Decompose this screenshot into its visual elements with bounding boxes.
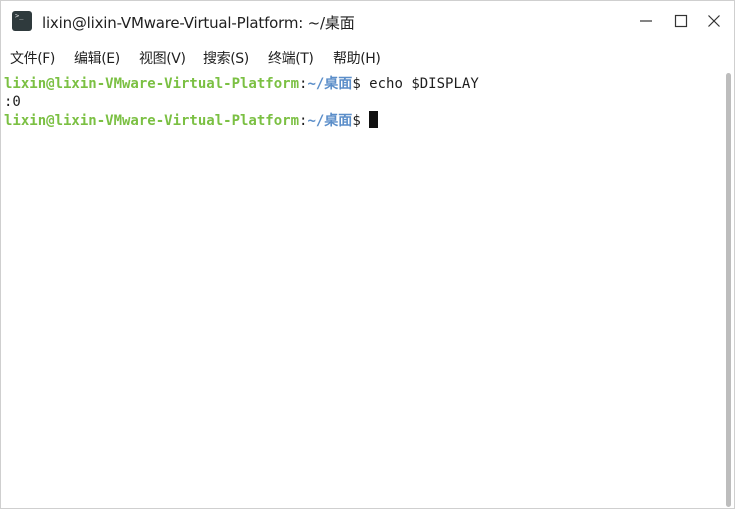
prompt-symbol: $ xyxy=(352,113,370,129)
command-text: echo $DISPLAY xyxy=(369,76,479,92)
prompt-user: lixin@lixin-VMware-Virtual-Platform xyxy=(4,113,300,129)
prompt-symbol: $ xyxy=(352,76,370,92)
prompt-path: ~/桌面 xyxy=(307,113,353,129)
minimize-button[interactable] xyxy=(631,7,661,35)
minimize-icon xyxy=(640,20,652,22)
terminal-line: lixin@lixin-VMware-Virtual-Platform:~/桌面… xyxy=(4,75,479,93)
window-title: lixin@lixin-VMware-Virtual-Platform: ~/桌… xyxy=(42,14,355,32)
terminal-window: >_ lixin@lixin-VMware-Virtual-Platform: … xyxy=(0,0,735,509)
menu-search[interactable]: 搜索(S) xyxy=(203,48,249,68)
menu-terminal[interactable]: 终端(T) xyxy=(268,48,314,68)
prompt-path: ~/桌面 xyxy=(307,76,353,92)
scrollbar[interactable] xyxy=(723,73,734,508)
terminal-icon: >_ xyxy=(12,11,32,31)
maximize-icon xyxy=(674,14,688,28)
menu-file[interactable]: 文件(F) xyxy=(10,48,55,68)
text-cursor xyxy=(369,111,379,128)
maximize-button[interactable] xyxy=(666,7,696,35)
close-button[interactable] xyxy=(699,7,729,35)
prompt-user: lixin@lixin-VMware-Virtual-Platform xyxy=(4,76,300,92)
title-bar[interactable]: >_ lixin@lixin-VMware-Virtual-Platform: … xyxy=(1,1,734,41)
terminal-output: :0 xyxy=(4,94,21,110)
menu-edit[interactable]: 编辑(E) xyxy=(74,48,120,68)
terminal-line: lixin@lixin-VMware-Virtual-Platform:~/桌面… xyxy=(4,111,379,129)
menu-bar: 文件(F) 编辑(E) 视图(V) 搜索(S) 终端(T) 帮助(H) xyxy=(1,41,734,73)
menu-help[interactable]: 帮助(H) xyxy=(333,48,381,68)
close-icon xyxy=(708,15,720,27)
scrollbar-thumb[interactable] xyxy=(726,73,731,507)
menu-view[interactable]: 视图(V) xyxy=(139,48,186,68)
terminal-area[interactable]: lixin@lixin-VMware-Virtual-Platform:~/桌面… xyxy=(1,73,723,508)
